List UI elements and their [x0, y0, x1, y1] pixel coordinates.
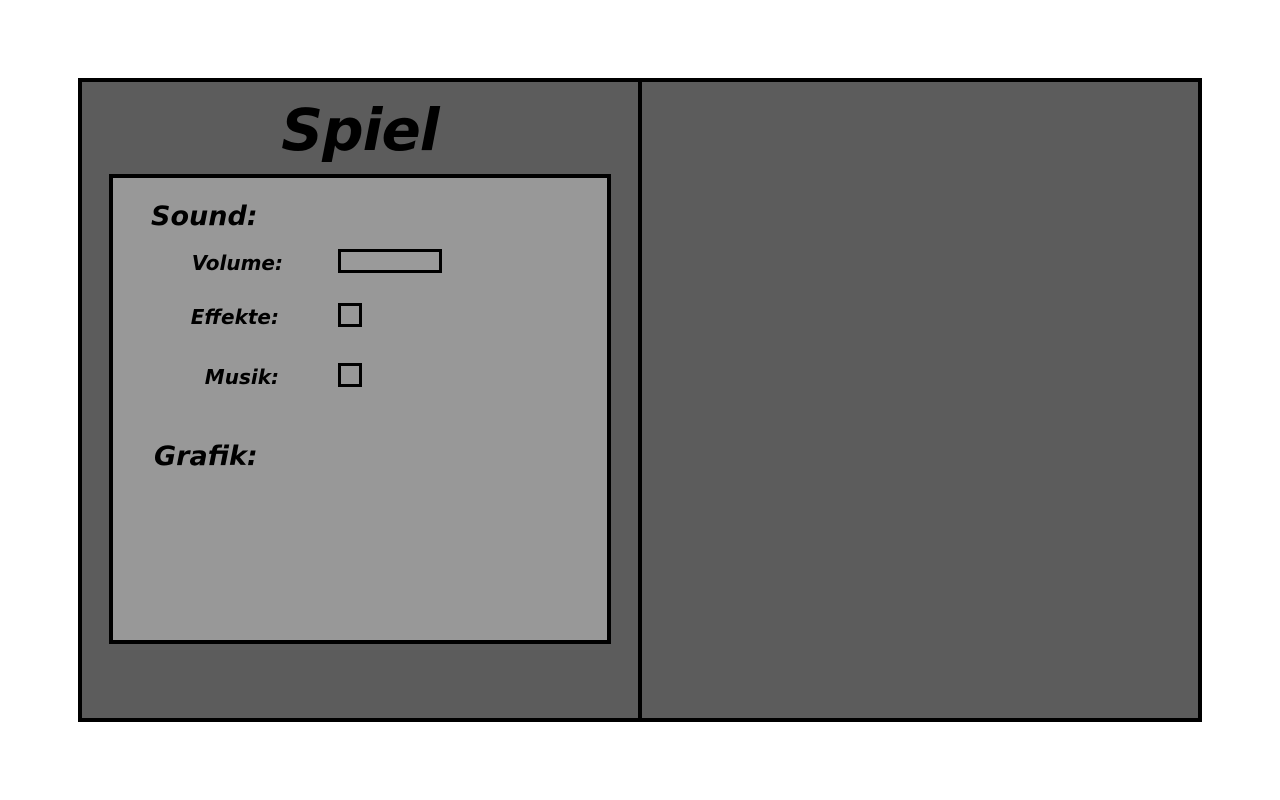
- volume-slider[interactable]: [338, 249, 442, 273]
- sound-section-heading: Sound:: [151, 201, 258, 232]
- preview-panel: [642, 82, 1198, 718]
- effekte-checkbox[interactable]: [338, 303, 362, 327]
- page-title: Spiel: [281, 96, 439, 164]
- musik-checkbox[interactable]: [338, 363, 362, 387]
- settings-window: Spiel Sound: Volume: Effekte: Musik: Gra…: [78, 78, 1202, 722]
- musik-label: Musik:: [204, 365, 279, 389]
- grafik-section-heading: Grafik:: [154, 441, 258, 472]
- effekte-label: Effekte:: [190, 305, 279, 329]
- settings-box: Sound: Volume: Effekte: Musik: Grafik:: [109, 174, 611, 644]
- settings-panel: Spiel Sound: Volume: Effekte: Musik: Gra…: [82, 82, 638, 718]
- volume-label: Volume:: [191, 251, 283, 275]
